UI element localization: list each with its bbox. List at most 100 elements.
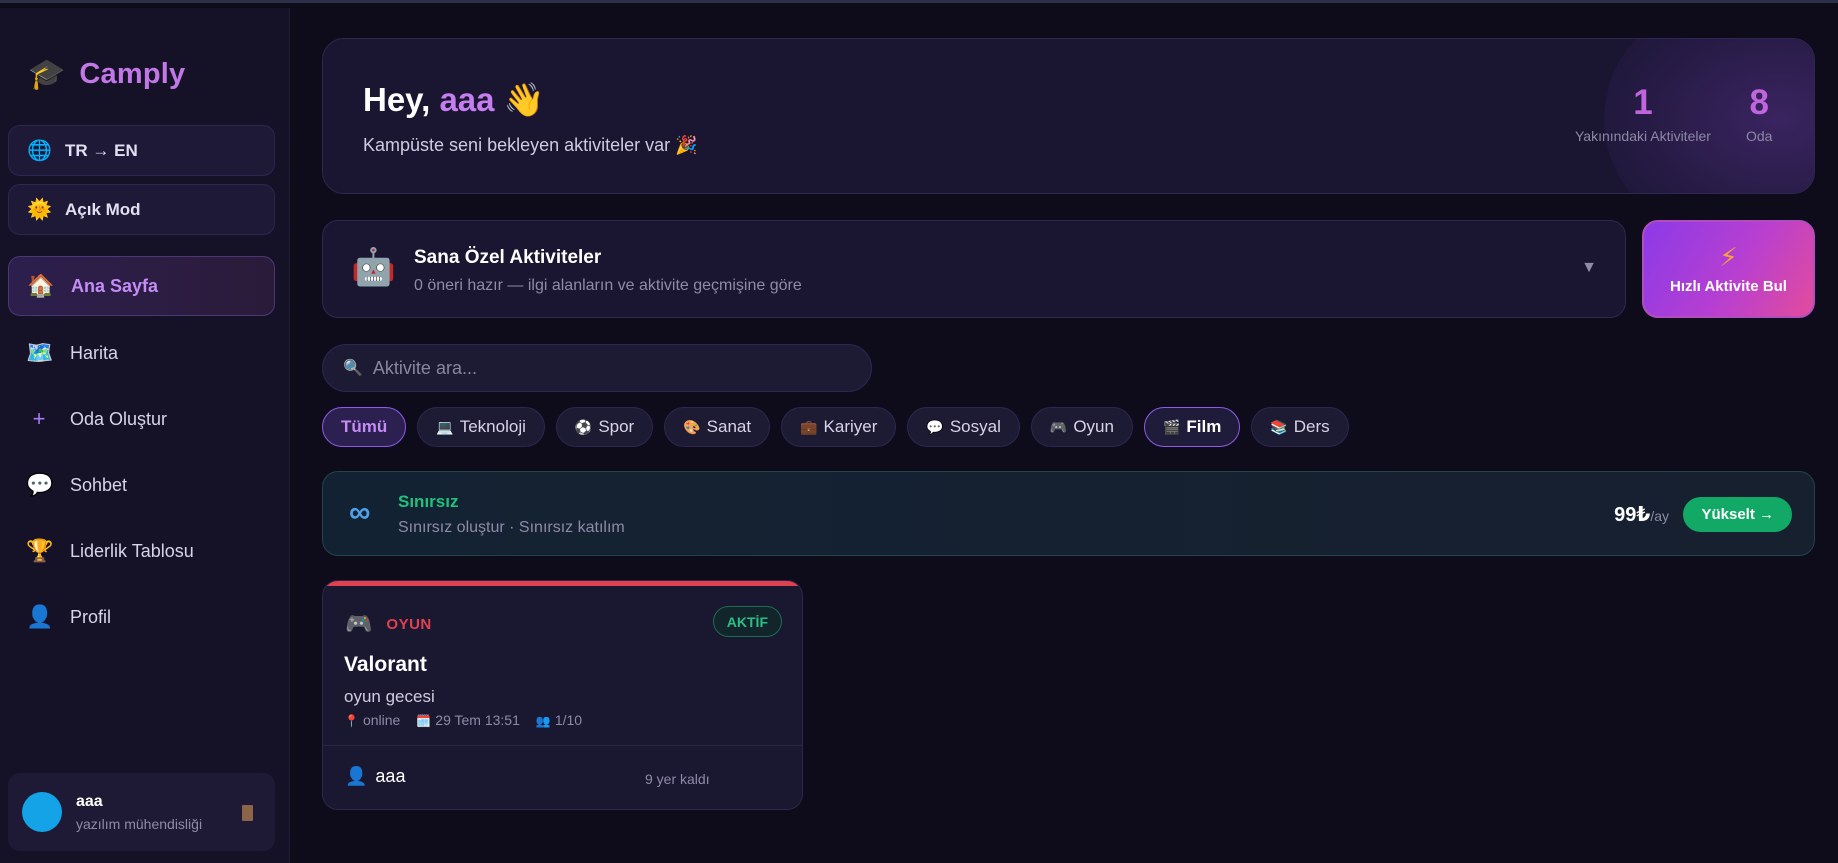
filter-chip-career[interactable]: 💼 Kariyer: [781, 407, 897, 447]
activity-category: 🎮 OYUN: [345, 611, 432, 637]
activity-title: Valorant: [344, 653, 427, 676]
sidebar-item-label: Liderlik Tablosu: [70, 540, 194, 561]
filter-chip-game[interactable]: 🎮 Oyun: [1030, 407, 1133, 447]
upgrade-button[interactable]: Yükselt →: [1683, 497, 1792, 532]
activity-card[interactable]: 🎮 OYUN AKTİF Valorant oyun gecesi 📍 onlin…: [322, 580, 803, 810]
category-label: OYUN: [386, 615, 432, 633]
sidebar-item-create-room[interactable]: + Oda Oluştur: [8, 389, 275, 449]
infinity-icon: ∞: [349, 496, 371, 529]
date-text: 29 Tem 13:51: [435, 712, 520, 728]
house-icon: 🏠: [27, 273, 55, 298]
sidebar-item-label: Oda Oluştur: [70, 408, 168, 429]
sidebar-item-chat[interactable]: 💬 Sohbet: [8, 455, 275, 515]
app-name: Camply: [79, 58, 186, 90]
filter-chip-label: Sosyal: [949, 417, 1001, 436]
sun-icon: 🌞: [27, 199, 52, 221]
waving-hand-icon: 👋: [503, 81, 545, 118]
filter-chip-art[interactable]: 🎨 Sanat: [664, 407, 771, 447]
plan-price-period: /ay: [1650, 508, 1669, 524]
graduation-cap-icon: 🎓: [28, 57, 66, 91]
activity-search[interactable]: 🔍: [322, 344, 872, 392]
activity-owner[interactable]: 👤 aaa: [345, 766, 405, 787]
soccer-ball-icon: ⚽: [574, 418, 593, 435]
trophy-icon: 🏆: [26, 538, 54, 563]
user-card[interactable]: aaa yazılım mühendisliği: [8, 773, 275, 851]
filter-chip-lesson[interactable]: 📚 Ders: [1251, 407, 1349, 447]
activity-description: oyun gecesi: [344, 687, 435, 706]
stat-label: Yakınındaki Aktiviteler: [1575, 128, 1711, 144]
activity-date: 🗓️ 29 Tem 13:51: [416, 712, 520, 728]
plan-subtitle: Sınırsız oluştur · Sınırsız katılım: [398, 519, 625, 536]
robot-icon: 🤖: [351, 246, 396, 287]
capacity-text: 1/10: [554, 712, 583, 728]
chevron-down-icon[interactable]: ▼: [1581, 259, 1597, 277]
app-logo[interactable]: 🎓 Camply: [28, 58, 185, 91]
quick-find-activity-button[interactable]: ⚡ Hızlı Aktivite Bul: [1642, 220, 1815, 318]
activity-location: 📍 online: [344, 712, 400, 728]
gamepad-icon: 🎮: [345, 611, 373, 636]
clapperboard-icon: 🎬: [1162, 418, 1181, 435]
recommendations-panel[interactable]: 🤖 Sana Özel Aktiviteler 0 öneri hazır — …: [322, 220, 1626, 318]
sidebar-item-leaderboard[interactable]: 🏆 Liderlik Tablosu: [8, 521, 275, 581]
user-icon: 👤: [26, 604, 54, 629]
lightning-icon: ⚡: [1719, 241, 1738, 272]
activity-capacity: 👥 1/10: [536, 712, 582, 728]
sidebar-item-home[interactable]: 🏠 Ana Sayfa: [8, 256, 275, 316]
category-color-bar: [323, 581, 802, 586]
sidebar-item-profile[interactable]: 👤 Profil: [8, 587, 275, 647]
language-toggle-button[interactable]: 🌐 TR → EN: [8, 125, 275, 176]
unlimited-plan-banner: ∞ Sınırsız Sınırsız oluştur · Sınırsız k…: [322, 471, 1815, 556]
page-title: Hey, aaa 👋: [363, 81, 545, 120]
window-top-border: [0, 0, 1838, 3]
gamepad-icon: 🎮: [1049, 418, 1068, 435]
location-text: online: [362, 712, 401, 728]
filter-chip-label: Film: [1186, 417, 1222, 436]
sidebar-item-label: Harita: [70, 342, 119, 363]
theme-toggle-button[interactable]: 🌞 Açık Mod: [8, 184, 275, 235]
plan-price: 99₺/ay: [1614, 502, 1669, 527]
speech-bubble-icon: 💬: [926, 418, 944, 435]
card-divider: [323, 745, 802, 746]
sidebar-item-map[interactable]: 🗺️ Harita: [8, 323, 275, 383]
pin-icon: 📍: [344, 714, 359, 728]
user-name: aaa: [76, 792, 103, 810]
calendar-icon: 🗓️: [416, 714, 432, 728]
logout-door-icon[interactable]: [242, 805, 253, 821]
filter-chip-social[interactable]: 💬 Sosyal: [907, 407, 1020, 447]
language-toggle-label: TR → EN: [65, 140, 138, 160]
recommendations-title: Sana Özel Aktiviteler: [414, 247, 602, 268]
stat-nearby-activities: 1 Yakınındaki Aktiviteler: [1575, 85, 1711, 144]
plus-icon: +: [32, 406, 46, 431]
books-icon: 📚: [1270, 418, 1288, 435]
briefcase-icon: 💼: [800, 418, 818, 435]
laptop-icon: 💻: [436, 418, 454, 435]
filter-chip-label: Kariyer: [823, 417, 878, 436]
sidebar-item-label: Sohbet: [70, 474, 128, 495]
welcome-hero: Hey, aaa 👋 Kampüste seni bekleyen aktivi…: [322, 38, 1815, 194]
theme-toggle-label: Açık Mod: [65, 199, 141, 219]
owner-name: aaa: [375, 766, 406, 786]
filter-chip-all[interactable]: Tümü: [322, 407, 407, 447]
map-icon: 🗺️: [26, 340, 54, 365]
stat-label: Oda: [1746, 128, 1773, 144]
search-input[interactable]: [372, 357, 853, 379]
stat-value: 1: [1633, 83, 1653, 122]
quick-find-label: Hızlı Aktivite Bul: [1670, 277, 1787, 295]
palette-icon: 🎨: [683, 418, 701, 435]
filter-chip-label: Spor: [598, 417, 635, 436]
filter-chip-film[interactable]: 🎬 Film: [1143, 407, 1241, 447]
spots-left: 9 yer kaldı: [645, 771, 710, 787]
stat-rooms: 8 Oda: [1746, 85, 1772, 144]
sidebar-item-label: Profil: [70, 606, 112, 627]
filter-chip-sports[interactable]: ⚽ Spor: [555, 407, 654, 447]
activity-meta: 📍 online 🗓️ 29 Tem 13:51 👥 1/10: [344, 712, 582, 728]
greeting-text: Hey,: [363, 81, 431, 118]
plan-price-amount: 99₺: [1614, 504, 1651, 526]
filter-chip-label: Teknoloji: [459, 417, 526, 436]
hero-subtitle: Kampüste seni bekleyen aktiviteler var 🎉: [363, 135, 698, 155]
sidebar: 🎓 Camply 🌐 TR → EN 🌞 Açık Mod 🏠 Ana Sayf…: [0, 8, 290, 863]
filter-chip-technology[interactable]: 💻 Teknoloji: [417, 407, 545, 447]
stat-value: 8: [1749, 83, 1769, 122]
recommendations-subtitle: 0 öneri hazır — ilgi alanların ve aktivi…: [414, 277, 802, 294]
plan-title: Sınırsız: [398, 492, 459, 511]
